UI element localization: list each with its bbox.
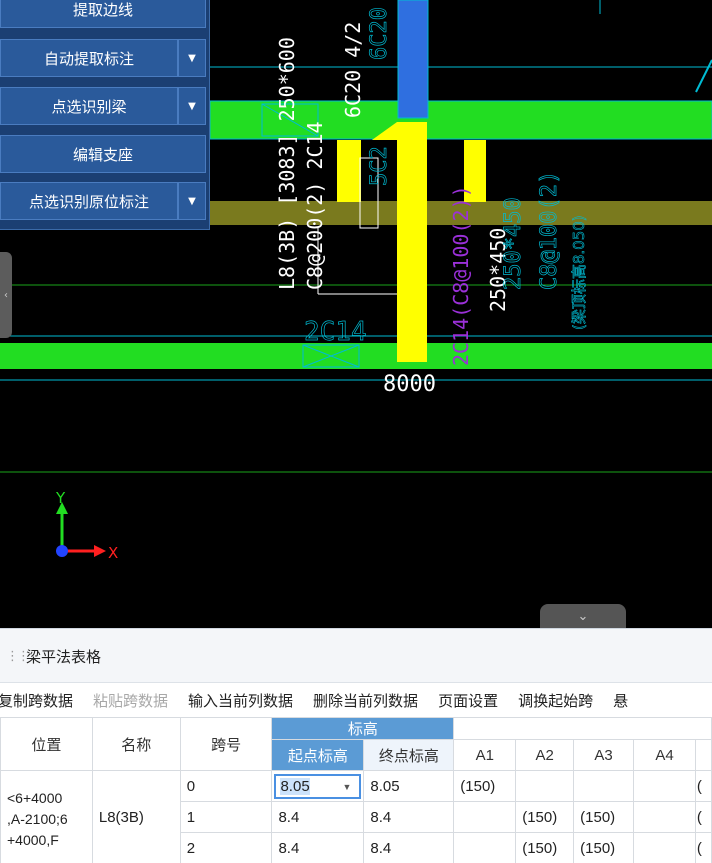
header-spacer [453, 717, 712, 740]
cad-line-cyan [695, 59, 712, 93]
axis-x-label: X [108, 544, 118, 562]
table-row: <6+4000 ,A-2100;6 +4000,F L8(3B) 0 8.05 ▼ … [0, 770, 712, 863]
header-name[interactable]: 名称 [91, 717, 181, 771]
cell-a3[interactable]: (150) [573, 801, 635, 833]
swap-start-span-button[interactable]: 调换起始跨 [508, 690, 603, 711]
header-span[interactable]: 跨号 [179, 717, 273, 771]
panel-header: ⋮⋮ 梁平法表格 [0, 629, 712, 683]
edit-support-label: 编辑支座 [72, 145, 133, 164]
chevron-down-icon[interactable]: ▼ [178, 87, 206, 125]
cell-end-elevation[interactable]: 8.4 [363, 832, 455, 863]
app-window: L8(3B) [3083] 250*600 C8@200(2) 2C14 6C2… [0, 0, 712, 863]
rebar-label-bottom: 2C14 [304, 317, 367, 347]
cad-viewport[interactable]: L8(3B) [3083] 250*600 C8@200(2) 2C14 6C2… [0, 0, 712, 628]
cell-name[interactable]: L8(3B) [91, 770, 181, 863]
cell-position-text: <6+4000 ,A-2100;6 +4000,F [7, 789, 68, 848]
cell-a4[interactable] [633, 770, 696, 802]
beam-table-panel: ⋮⋮ 梁平法表格 复制跨数据 粘贴跨数据 输入当前列数据 删除当前列数据 页面设… [0, 628, 712, 863]
cell-a3[interactable] [573, 770, 635, 802]
pick-identify-inplace-button[interactable]: 点选识别原位标注 [0, 182, 178, 220]
beam-label-faint-3: (梁顶标高8.050) [570, 215, 588, 330]
pick-identify-beam-label: 点选识别梁 [51, 97, 127, 116]
axis-y-label: Y [55, 489, 66, 507]
beam-label-faint: 250*450 [501, 197, 526, 290]
cantilever-button[interactable]: 悬 [603, 690, 638, 711]
cell-start-elevation[interactable]: 8.4 [271, 801, 365, 833]
chevron-down-icon: ⌄ [577, 608, 589, 624]
beam-yellow-main [397, 122, 427, 362]
copy-span-data-button[interactable]: 复制跨数据 [0, 690, 83, 711]
chevron-left-icon: ‹ [4, 289, 8, 301]
extract-edge-button[interactable]: 提取边线 [0, 0, 206, 28]
cell-a4[interactable] [633, 832, 696, 863]
beam-label-left: L8(3B) [3083] 250*600 [275, 37, 299, 290]
cell-overflow[interactable]: ( [694, 832, 712, 863]
input-column-data-button[interactable]: 输入当前列数据 [178, 690, 303, 711]
extract-edge-label: 提取边线 [72, 0, 133, 19]
pick-identify-beam-button[interactable]: 点选识别梁 [0, 87, 178, 125]
rebar-label-top: 6C20 4/2 [341, 22, 365, 118]
header-a3[interactable]: A3 [573, 739, 635, 771]
beam-label-right: 2C14(C8@100(2)) [449, 185, 473, 366]
command-panel: 提取边线 自动提取标注 ▼ 点选识别梁 ▼ 编辑支座 点选识别原位标注 ▼ [0, 0, 210, 230]
column-blue [398, 0, 428, 118]
beam-yellow-left [337, 140, 361, 202]
cell-a1[interactable]: (150) [453, 770, 517, 802]
beam-label-left-2: C8@200(2) 2C14 [303, 121, 327, 290]
cell-a1[interactable] [453, 832, 517, 863]
auto-extract-annotation-label: 自动提取标注 [43, 49, 134, 68]
cell-start-elevation[interactable]: 8.4 [271, 832, 365, 863]
delete-column-data-button[interactable]: 删除当前列数据 [303, 690, 428, 711]
header-end-elevation[interactable]: 终点标高 [363, 739, 455, 771]
auto-extract-annotation-button[interactable]: 自动提取标注 [0, 39, 178, 77]
beam-table-wrap: 位置 名称 跨号 标高 起点标高 终点标高 A1 A2 A3 A4 <6+400… [0, 717, 712, 863]
pick-identify-inplace-label: 点选识别原位标注 [28, 192, 149, 211]
cell-end-elevation[interactable]: 8.05 [363, 770, 455, 802]
cell-overflow[interactable]: ( [694, 770, 712, 802]
header-position[interactable]: 位置 [0, 717, 93, 771]
cell-position[interactable]: <6+4000 ,A-2100;6 +4000,F [0, 770, 93, 863]
beam-table: 位置 名称 跨号 标高 起点标高 终点标高 A1 A2 A3 A4 <6+400… [0, 717, 712, 863]
cell-a3[interactable]: (150) [573, 832, 635, 863]
panel-collapse-tab[interactable]: ⌄ [540, 604, 626, 628]
ucs-axis-icon: Y X [55, 489, 118, 562]
cell-span[interactable]: 1 [179, 801, 273, 833]
rebar-label-top-2: 6C20 4 [367, 0, 392, 60]
chevron-down-icon[interactable]: ▼ [342, 782, 351, 792]
header-a4[interactable]: A4 [633, 739, 696, 771]
cell-a2[interactable]: (150) [515, 801, 575, 833]
cell-start-elevation-editing[interactable]: 8.05 ▼ [271, 770, 365, 802]
edit-support-button[interactable]: 编辑支座 [0, 135, 206, 173]
cell-a4[interactable] [633, 801, 696, 833]
chevron-down-icon[interactable]: ▼ [178, 182, 206, 220]
chevron-down-icon[interactable]: ▼ [178, 39, 206, 77]
start-elevation-dropdown[interactable]: 8.05 ▼ [274, 773, 362, 799]
cell-end-elevation[interactable]: 8.4 [363, 801, 455, 833]
drag-handle-icon[interactable]: ⋮⋮ [6, 649, 30, 664]
header-a2[interactable]: A2 [515, 739, 575, 771]
dimension-label: 8000 [383, 372, 436, 397]
cell-span[interactable]: 0 [179, 770, 273, 802]
rebar-label-mid: 5C2 [367, 146, 392, 186]
cell-a1[interactable] [453, 801, 517, 833]
panel-title: 梁平法表格 [26, 648, 102, 666]
beam-label-faint-2: C8@100(2) [537, 171, 562, 290]
page-setup-button[interactable]: 页面设置 [428, 690, 508, 711]
cell-a2[interactable] [515, 770, 575, 802]
header-a1[interactable]: A1 [453, 739, 517, 771]
start-elevation-value: 8.05 [280, 777, 310, 795]
side-expand-tab[interactable]: ‹ [0, 252, 12, 338]
cell-span[interactable]: 2 [179, 832, 273, 863]
table-toolbar: 复制跨数据 粘贴跨数据 输入当前列数据 删除当前列数据 页面设置 调换起始跨 悬 [0, 683, 712, 717]
paste-span-data-button[interactable]: 粘贴跨数据 [83, 690, 178, 711]
cell-a2[interactable]: (150) [515, 832, 575, 863]
header-elevation-group[interactable]: 标高 [271, 717, 455, 740]
header-start-elevation[interactable]: 起点标高 [271, 739, 365, 771]
header-overflow [694, 739, 712, 771]
cell-overflow[interactable]: ( [694, 801, 712, 833]
